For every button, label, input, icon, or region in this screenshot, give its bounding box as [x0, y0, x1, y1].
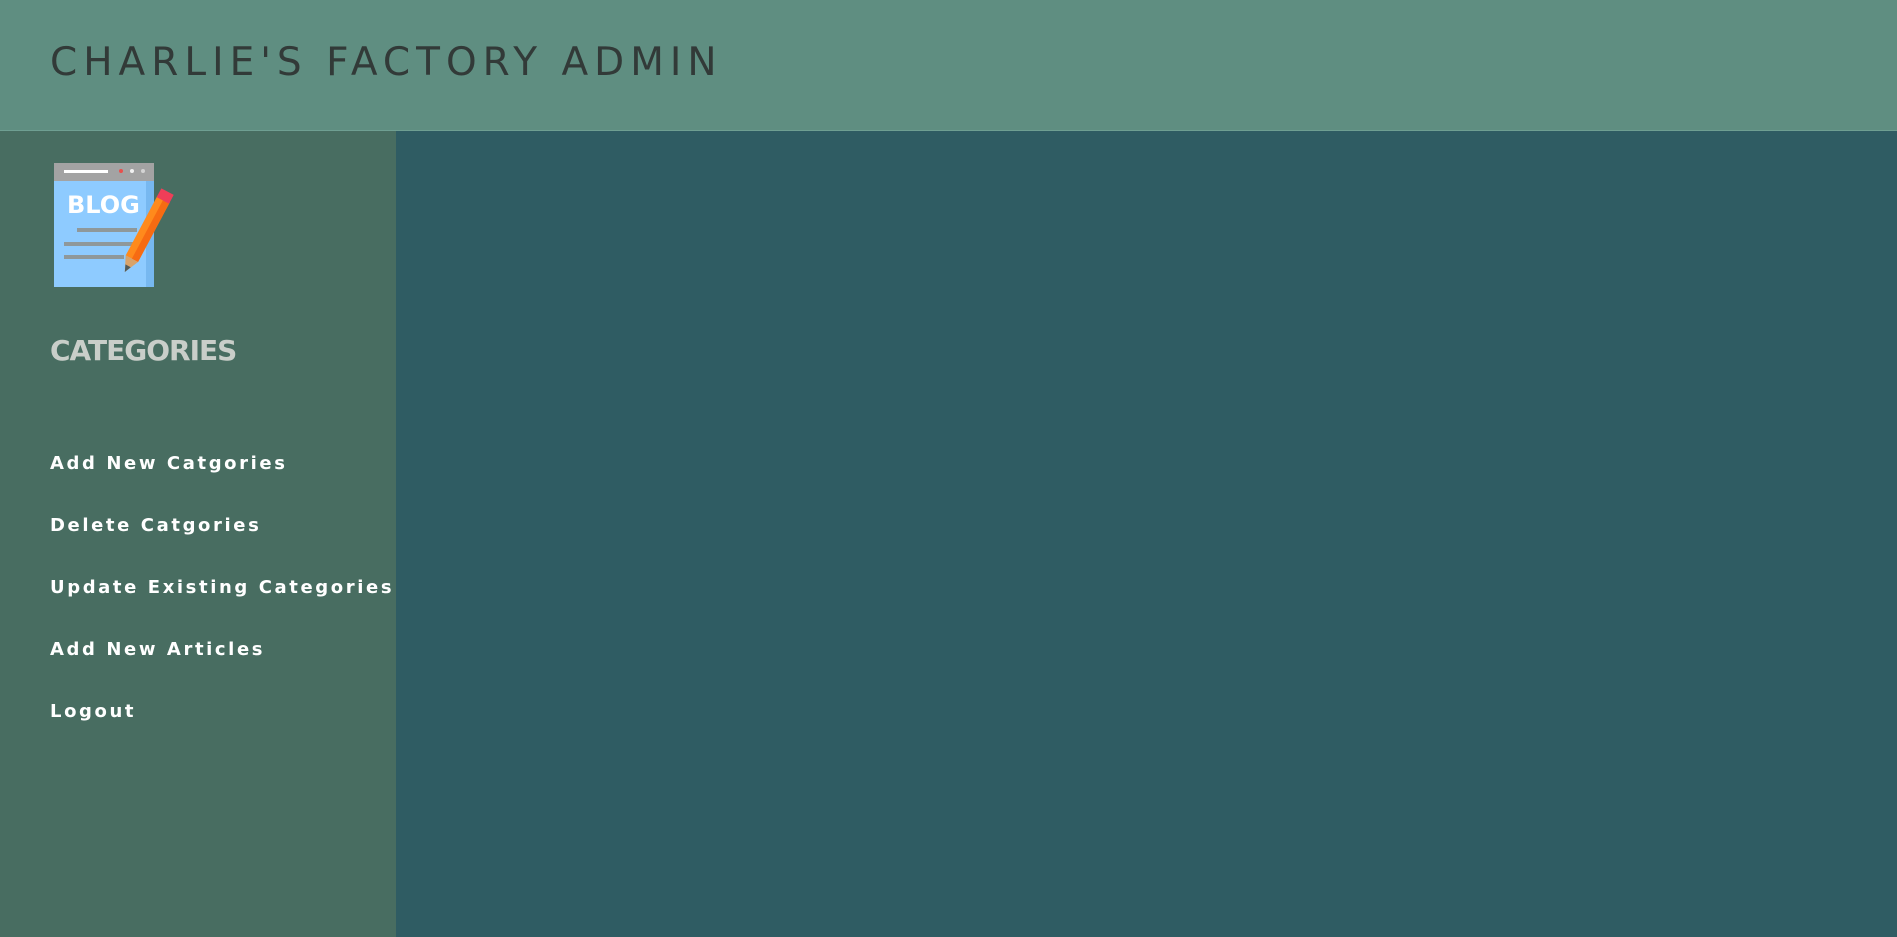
admin-app: CHARLIE'S FACTORY ADMIN BLOG CATEGORIES [0, 0, 1897, 937]
nav-add-new-categories[interactable]: Add New Catgories [50, 451, 394, 513]
sidebar: BLOG CATEGORIES Add New Catgories Delete… [0, 131, 396, 937]
app-title: CHARLIE'S FACTORY ADMIN [50, 40, 723, 85]
blog-logo-text: BLOG [67, 191, 140, 219]
nav-add-new-articles[interactable]: Add New Articles [50, 637, 394, 699]
nav-logout[interactable]: Logout [50, 699, 394, 761]
main-content-area [396, 131, 1897, 937]
sidebar-nav: Add New Catgories Delete Catgories Updat… [50, 451, 394, 761]
nav-delete-categories[interactable]: Delete Catgories [50, 513, 394, 575]
top-header: CHARLIE'S FACTORY ADMIN [0, 0, 1897, 131]
blog-logo-icon: BLOG [54, 163, 174, 287]
categories-heading: CATEGORIES [50, 334, 237, 367]
nav-update-existing-categories[interactable]: Update Existing Categories [50, 575, 394, 637]
